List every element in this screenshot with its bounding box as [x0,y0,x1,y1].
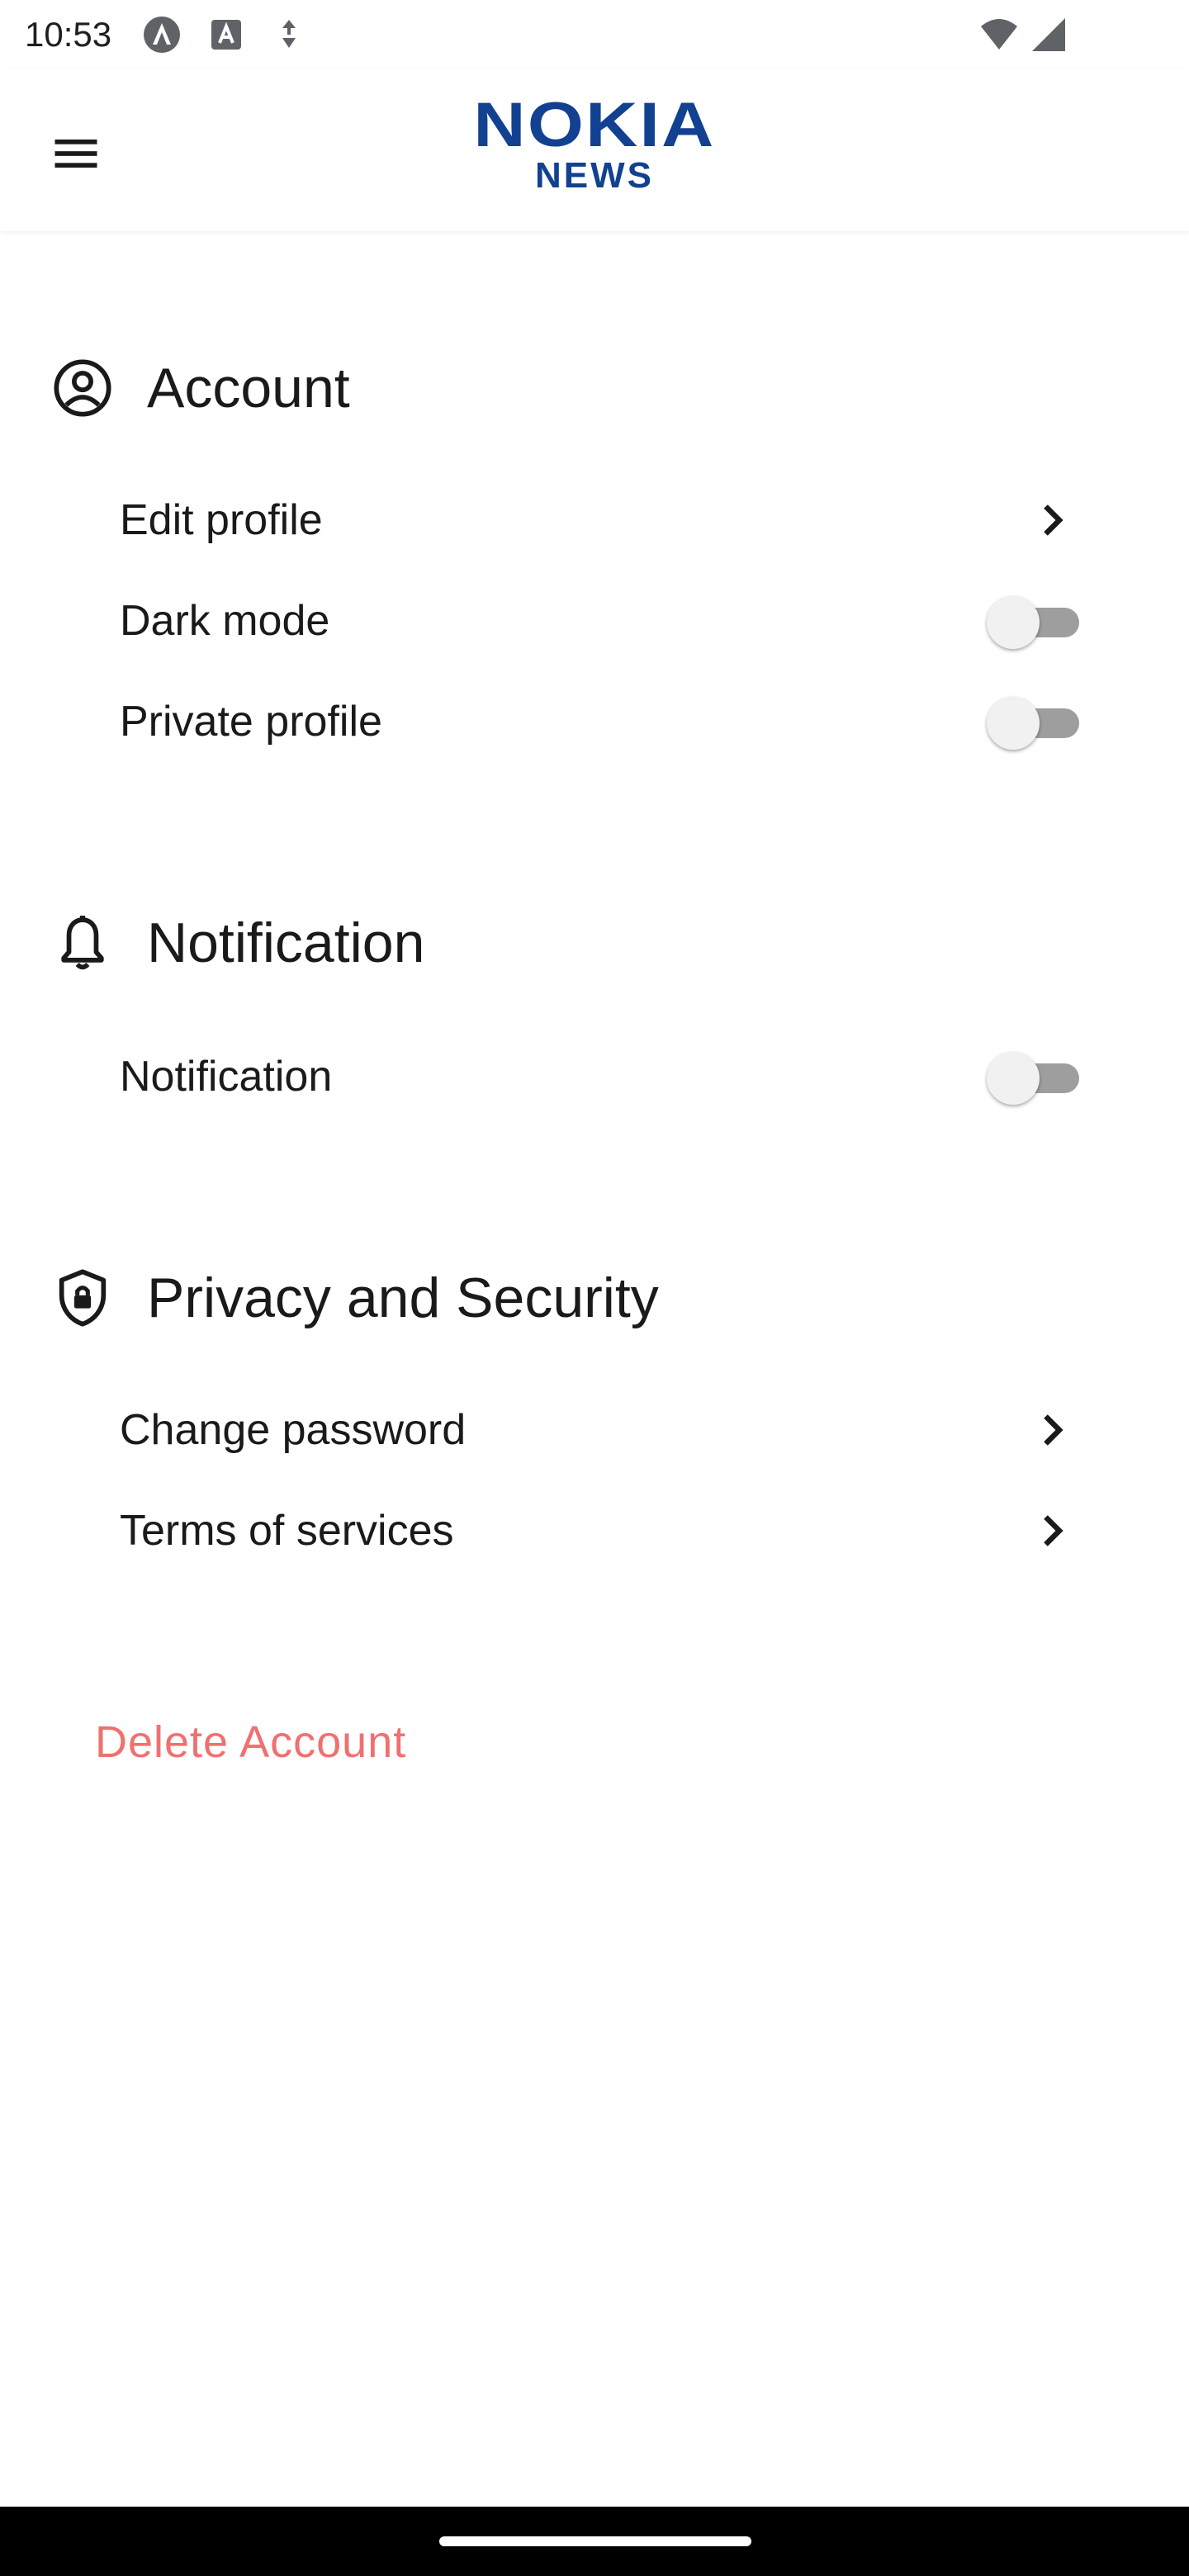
section-title-notification: Notification [147,912,425,974]
system-nav-bar [0,2507,1189,2576]
account-circle-icon [50,355,116,421]
wifi-icon [979,15,1019,54]
private-profile-label: Private profile [120,698,382,746]
logo-main-text: NOKIA [473,90,716,160]
private-profile-row: Private profile [120,680,1079,763]
chevron-right-icon [1028,1405,1078,1455]
terms-of-services-label: Terms of services [120,1507,454,1555]
section-title-account: Account [147,357,350,419]
notification-label: Notification [120,1053,333,1101]
change-password-label: Change password [120,1406,467,1454]
status-bar: 10:53 [0,0,1189,69]
section-title-privacy: Privacy and Security [147,1267,659,1329]
status-time: 10:53 [25,15,112,54]
chevron-right-icon [1028,1506,1078,1556]
hamburger-menu-icon [48,125,104,186]
dark-mode-row: Dark mode [120,580,1079,662]
logo-sub-text: NEWS [535,155,654,196]
toggle-thumb [987,596,1040,649]
toggle-thumb [987,1052,1040,1105]
dark-mode-label: Dark mode [120,597,330,645]
menu-button[interactable] [41,121,111,190]
terms-of-services-row[interactable]: Terms of services [120,1489,1078,1572]
delete-account-button[interactable]: Delete Account [95,1701,406,1783]
shield-lock-icon [50,1265,116,1331]
edit-profile-row[interactable]: Edit profile [120,479,1078,561]
edit-profile-label: Edit profile [120,496,323,544]
nokia-news-logo: NOKIA NEWS [446,94,743,201]
bell-icon [50,910,116,976]
vpn-key-icon [269,15,309,54]
chevron-right-icon [1028,495,1078,545]
notification-toggle[interactable] [987,1052,1086,1105]
private-profile-toggle[interactable] [987,697,1086,750]
home-gesture-handle[interactable] [439,2536,751,2546]
section-header-account: Account [50,347,350,429]
app-bar: NOKIA NEWS [0,69,1189,231]
section-header-privacy: Privacy and Security [50,1257,659,1339]
text-notification-icon [206,15,246,54]
dark-mode-toggle[interactable] [987,596,1086,649]
toggle-thumb [987,697,1040,750]
notification-row: Notification [120,1035,1079,1118]
app-notification-icon [142,15,182,54]
change-password-row[interactable]: Change password [120,1389,1078,1471]
cell-signal-icon [1029,15,1068,54]
section-header-notification: Notification [50,902,424,984]
